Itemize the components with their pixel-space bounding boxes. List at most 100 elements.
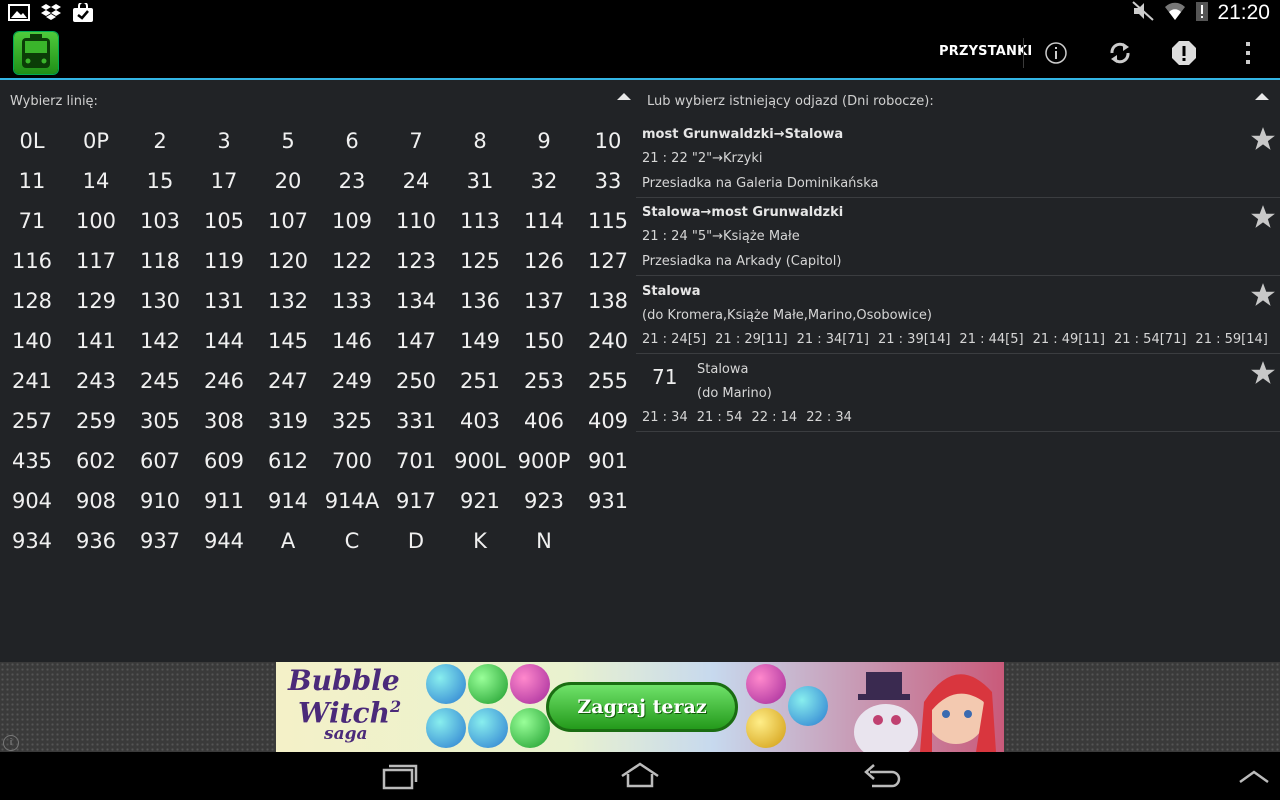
line-button[interactable]: 319 xyxy=(256,401,320,441)
line-button[interactable]: 612 xyxy=(256,441,320,481)
line-button[interactable]: 2 xyxy=(128,121,192,161)
line-button[interactable]: 917 xyxy=(384,481,448,521)
line-button[interactable]: 251 xyxy=(448,361,512,401)
line-button[interactable]: 140 xyxy=(0,321,64,361)
line-button[interactable]: 253 xyxy=(512,361,576,401)
line-button[interactable]: 24 xyxy=(384,161,448,201)
line-button[interactable]: 406 xyxy=(512,401,576,441)
line-button[interactable]: 118 xyxy=(128,241,192,281)
line-button[interactable]: 138 xyxy=(576,281,640,321)
line-button[interactable]: 247 xyxy=(256,361,320,401)
departure-item-3[interactable]: Stalowa (do Kromera,Książe Małe,Marino,O… xyxy=(636,276,1280,354)
line-button[interactable]: 10 xyxy=(576,121,640,161)
collapse-lines-icon[interactable] xyxy=(617,93,631,100)
line-button[interactable]: 609 xyxy=(192,441,256,481)
line-button[interactable]: 911 xyxy=(192,481,256,521)
line-button[interactable]: 240 xyxy=(576,321,640,361)
line-button[interactable]: 3 xyxy=(192,121,256,161)
line-button[interactable]: 116 xyxy=(0,241,64,281)
line-button[interactable]: 245 xyxy=(128,361,192,401)
favorite-star-icon[interactable] xyxy=(1250,126,1276,152)
line-button[interactable]: 923 xyxy=(512,481,576,521)
line-button[interactable]: 921 xyxy=(448,481,512,521)
line-button[interactable]: 308 xyxy=(192,401,256,441)
line-button[interactable]: 937 xyxy=(128,521,192,561)
line-button[interactable]: 128 xyxy=(0,281,64,321)
line-button[interactable]: 127 xyxy=(576,241,640,281)
line-button[interactable]: 914A xyxy=(320,481,384,521)
line-button[interactable]: 150 xyxy=(512,321,576,361)
line-button[interactable]: 14 xyxy=(64,161,128,201)
refresh-button[interactable] xyxy=(1103,36,1137,70)
line-button[interactable]: 105 xyxy=(192,201,256,241)
line-button[interactable]: 9 xyxy=(512,121,576,161)
line-button[interactable]: 931 xyxy=(576,481,640,521)
line-button[interactable]: 130 xyxy=(128,281,192,321)
line-button[interactable]: 257 xyxy=(0,401,64,441)
ad-banner[interactable]: Bubble Witch2 saga Zagraj teraz xyxy=(276,662,1004,752)
line-button[interactable]: 11 xyxy=(0,161,64,201)
line-button[interactable]: 136 xyxy=(448,281,512,321)
line-button[interactable]: 409 xyxy=(576,401,640,441)
line-button[interactable]: 109 xyxy=(320,201,384,241)
line-button[interactable]: 904 xyxy=(0,481,64,521)
line-button[interactable]: 103 xyxy=(128,201,192,241)
line-button[interactable]: 701 xyxy=(384,441,448,481)
stops-button[interactable]: PRZYSTANKI xyxy=(939,44,1032,59)
line-button[interactable]: 129 xyxy=(64,281,128,321)
line-button[interactable]: 146 xyxy=(320,321,384,361)
line-button[interactable]: 20 xyxy=(256,161,320,201)
line-button[interactable]: 123 xyxy=(384,241,448,281)
line-button[interactable]: 6 xyxy=(320,121,384,161)
line-button[interactable]: 17 xyxy=(192,161,256,201)
line-button[interactable]: 107 xyxy=(256,201,320,241)
line-button[interactable]: 435 xyxy=(0,441,64,481)
favorite-star-icon[interactable] xyxy=(1250,360,1276,386)
line-button[interactable]: 0P xyxy=(64,121,128,161)
line-button[interactable]: 910 xyxy=(128,481,192,521)
line-button[interactable]: 122 xyxy=(320,241,384,281)
line-button[interactable]: 15 xyxy=(128,161,192,201)
line-button[interactable]: N xyxy=(512,521,576,561)
line-button[interactable]: 305 xyxy=(128,401,192,441)
bus-app-icon[interactable] xyxy=(14,32,58,74)
line-button[interactable]: 900L xyxy=(448,441,512,481)
line-button[interactable]: K xyxy=(448,521,512,561)
line-button[interactable]: 115 xyxy=(576,201,640,241)
line-button[interactable]: 259 xyxy=(64,401,128,441)
departure-item-1[interactable]: most Grunwaldzki→Stalowa 21 : 22 "2"→Krz… xyxy=(636,120,1280,198)
line-button[interactable]: 145 xyxy=(256,321,320,361)
line-button[interactable]: 243 xyxy=(64,361,128,401)
line-button[interactable]: 144 xyxy=(192,321,256,361)
line-button[interactable]: 133 xyxy=(320,281,384,321)
line-button[interactable]: 5 xyxy=(256,121,320,161)
line-button[interactable]: 934 xyxy=(0,521,64,561)
line-button[interactable]: 32 xyxy=(512,161,576,201)
line-button[interactable]: 114 xyxy=(512,201,576,241)
line-button[interactable]: 119 xyxy=(192,241,256,281)
line-button[interactable]: 142 xyxy=(128,321,192,361)
line-button[interactable]: 607 xyxy=(128,441,192,481)
line-button[interactable]: 901 xyxy=(576,441,640,481)
line-button[interactable]: 0L xyxy=(0,121,64,161)
chevron-up-icon[interactable] xyxy=(1234,760,1274,792)
line-button[interactable]: 246 xyxy=(192,361,256,401)
line-button[interactable]: 944 xyxy=(192,521,256,561)
favorite-star-icon[interactable] xyxy=(1250,204,1276,230)
line-button[interactable]: 126 xyxy=(512,241,576,281)
line-button[interactable]: 149 xyxy=(448,321,512,361)
line-button[interactable]: 131 xyxy=(192,281,256,321)
line-button[interactable]: 100 xyxy=(64,201,128,241)
back-icon[interactable] xyxy=(862,760,902,792)
line-button[interactable]: 900P xyxy=(512,441,576,481)
recent-apps-icon[interactable] xyxy=(380,760,420,792)
line-button[interactable]: 120 xyxy=(256,241,320,281)
line-button[interactable]: 110 xyxy=(384,201,448,241)
ad-info-icon[interactable]: i xyxy=(3,735,19,751)
line-button[interactable]: 8 xyxy=(448,121,512,161)
line-button[interactable]: 132 xyxy=(256,281,320,321)
line-button[interactable]: 325 xyxy=(320,401,384,441)
line-button[interactable]: D xyxy=(384,521,448,561)
departure-item-4[interactable]: 71 Stalowa (do Marino) 21 : 34 21 : 54 22 … xyxy=(636,354,1280,432)
line-button[interactable]: 602 xyxy=(64,441,128,481)
